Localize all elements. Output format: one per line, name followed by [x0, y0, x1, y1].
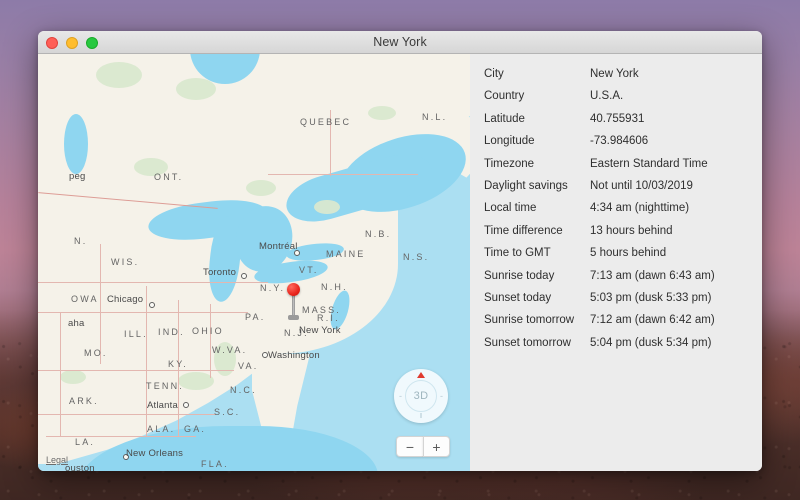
vegetation-patch — [96, 62, 142, 88]
info-label: Daylight savings — [484, 179, 568, 192]
state-border — [146, 286, 147, 436]
city-dot — [123, 454, 129, 460]
zoom-controls[interactable]: − + — [396, 436, 450, 457]
map-label-prov: N.S. — [403, 252, 430, 262]
city-info-panel: City New York Country U.S.A. Latitude 40.7559… — [470, 54, 762, 471]
info-value: 4:34 am (nighttime) — [590, 202, 690, 215]
state-border — [38, 312, 248, 313]
info-label: Local time — [484, 202, 537, 215]
map-window[interactable]: New York QUEBEC N.L. ONT. N.B. N.S. MAIN… — [38, 31, 762, 471]
info-row: Latitude 40.755931 — [484, 113, 762, 135]
city-dot — [241, 273, 247, 279]
window-title: New York — [373, 35, 427, 49]
pin-base — [288, 315, 299, 320]
info-label: Time difference — [484, 224, 563, 237]
window-controls[interactable] — [46, 31, 98, 54]
close-button[interactable] — [46, 36, 58, 49]
vegetation-patch — [60, 370, 86, 384]
info-row: Sunset tomorrow 5:04 pm (dusk 5:34 pm) — [484, 337, 762, 359]
legal-link[interactable]: Legal — [46, 455, 68, 465]
info-row: Local time 4:34 am (nighttime) — [484, 202, 762, 224]
info-row: Timezone Eastern Standard Time — [484, 158, 762, 180]
vegetation-patch — [314, 200, 340, 214]
info-label: Timezone — [484, 157, 535, 170]
info-value: Not until 10/03/2019 — [590, 179, 693, 192]
info-value: -73.984606 — [590, 135, 649, 148]
info-value: 5 hours behind — [590, 247, 667, 260]
info-label: Sunset tomorrow — [484, 336, 571, 349]
city-dot — [294, 250, 300, 256]
info-row: Sunset today 5:03 pm (dusk 5:33 pm) — [484, 292, 762, 314]
info-value: 13 hours behind — [590, 224, 673, 237]
compass-east-icon: - — [440, 391, 443, 401]
state-border — [210, 304, 211, 378]
window-titlebar[interactable]: New York — [38, 31, 762, 54]
state-border — [38, 414, 216, 415]
vegetation-patch — [176, 78, 216, 100]
maximize-button[interactable] — [86, 36, 98, 49]
info-label: Latitude — [484, 112, 525, 125]
country-border — [268, 174, 418, 175]
country-border — [330, 110, 331, 176]
info-value: U.S.A. — [590, 90, 624, 103]
info-value: Eastern Standard Time — [590, 157, 708, 170]
compass-3d-control[interactable]: - - 3D — [394, 369, 448, 423]
info-value: 5:03 pm (dusk 5:33 pm) — [590, 291, 712, 304]
vegetation-patch — [368, 106, 396, 120]
info-value: 7:13 am (dawn 6:43 am) — [590, 269, 715, 282]
vegetation-patch — [134, 158, 168, 176]
info-label: Country — [484, 90, 525, 103]
info-row-list: City New York Country U.S.A. Latitude 40.7559… — [484, 68, 762, 359]
info-label: City — [484, 68, 504, 80]
info-value: 5:04 pm (dusk 5:34 pm) — [590, 336, 712, 349]
pin-head-icon[interactable] — [287, 283, 300, 296]
state-border — [100, 244, 101, 364]
state-border — [60, 312, 61, 436]
window-body: QUEBEC N.L. ONT. N.B. N.S. MAINE VT. N.H. MASS. R… — [38, 54, 762, 471]
info-row: Time difference 13 hours behind — [484, 225, 762, 247]
vegetation-patch — [246, 180, 276, 196]
state-border — [178, 300, 179, 436]
info-label: Sunrise today — [484, 269, 555, 282]
desktop-background: New York QUEBEC N.L. ONT. N.B. N.S. MAIN… — [0, 0, 800, 500]
info-label: Time to GMT — [484, 247, 551, 260]
map-label-state: S.C. — [214, 407, 241, 417]
info-value: New York — [590, 68, 639, 80]
zoom-in-button[interactable]: + — [423, 436, 450, 457]
vegetation-patch — [178, 372, 214, 390]
info-row: Longitude -73.984606 — [484, 135, 762, 157]
zoom-out-button[interactable]: − — [396, 436, 423, 457]
city-dot — [149, 302, 155, 308]
info-row: Sunrise tomorrow 7:12 am (dawn 6:42 am) — [484, 314, 762, 336]
compass-west-icon: - — [399, 391, 402, 401]
info-label: Longitude — [484, 135, 535, 148]
compass-north-icon — [417, 372, 425, 378]
info-label: Sunrise tomorrow — [484, 314, 575, 327]
info-row: Country U.S.A. — [484, 90, 762, 112]
state-border — [38, 370, 234, 371]
toggle-3d-button[interactable]: 3D — [405, 380, 437, 412]
info-row: City New York — [484, 68, 762, 90]
state-border — [38, 282, 268, 283]
info-row: Daylight savings Not until 10/03/2019 — [484, 180, 762, 202]
info-label: Sunset today — [484, 291, 552, 304]
water-lake-winnipeg — [64, 114, 88, 174]
map-view[interactable]: QUEBEC N.L. ONT. N.B. N.S. MAINE VT. N.H. MASS. R… — [38, 54, 470, 471]
city-dot — [262, 352, 268, 358]
state-border — [46, 436, 196, 437]
info-value: 40.755931 — [590, 112, 645, 125]
info-value: 7:12 am (dawn 6:42 am) — [590, 314, 715, 327]
info-row: Time to GMT 5 hours behind — [484, 247, 762, 269]
minimize-button[interactable] — [66, 36, 78, 49]
compass-south-icon — [420, 413, 422, 418]
info-row: Sunrise today 7:13 am (dawn 6:43 am) — [484, 270, 762, 292]
city-dot — [183, 402, 189, 408]
